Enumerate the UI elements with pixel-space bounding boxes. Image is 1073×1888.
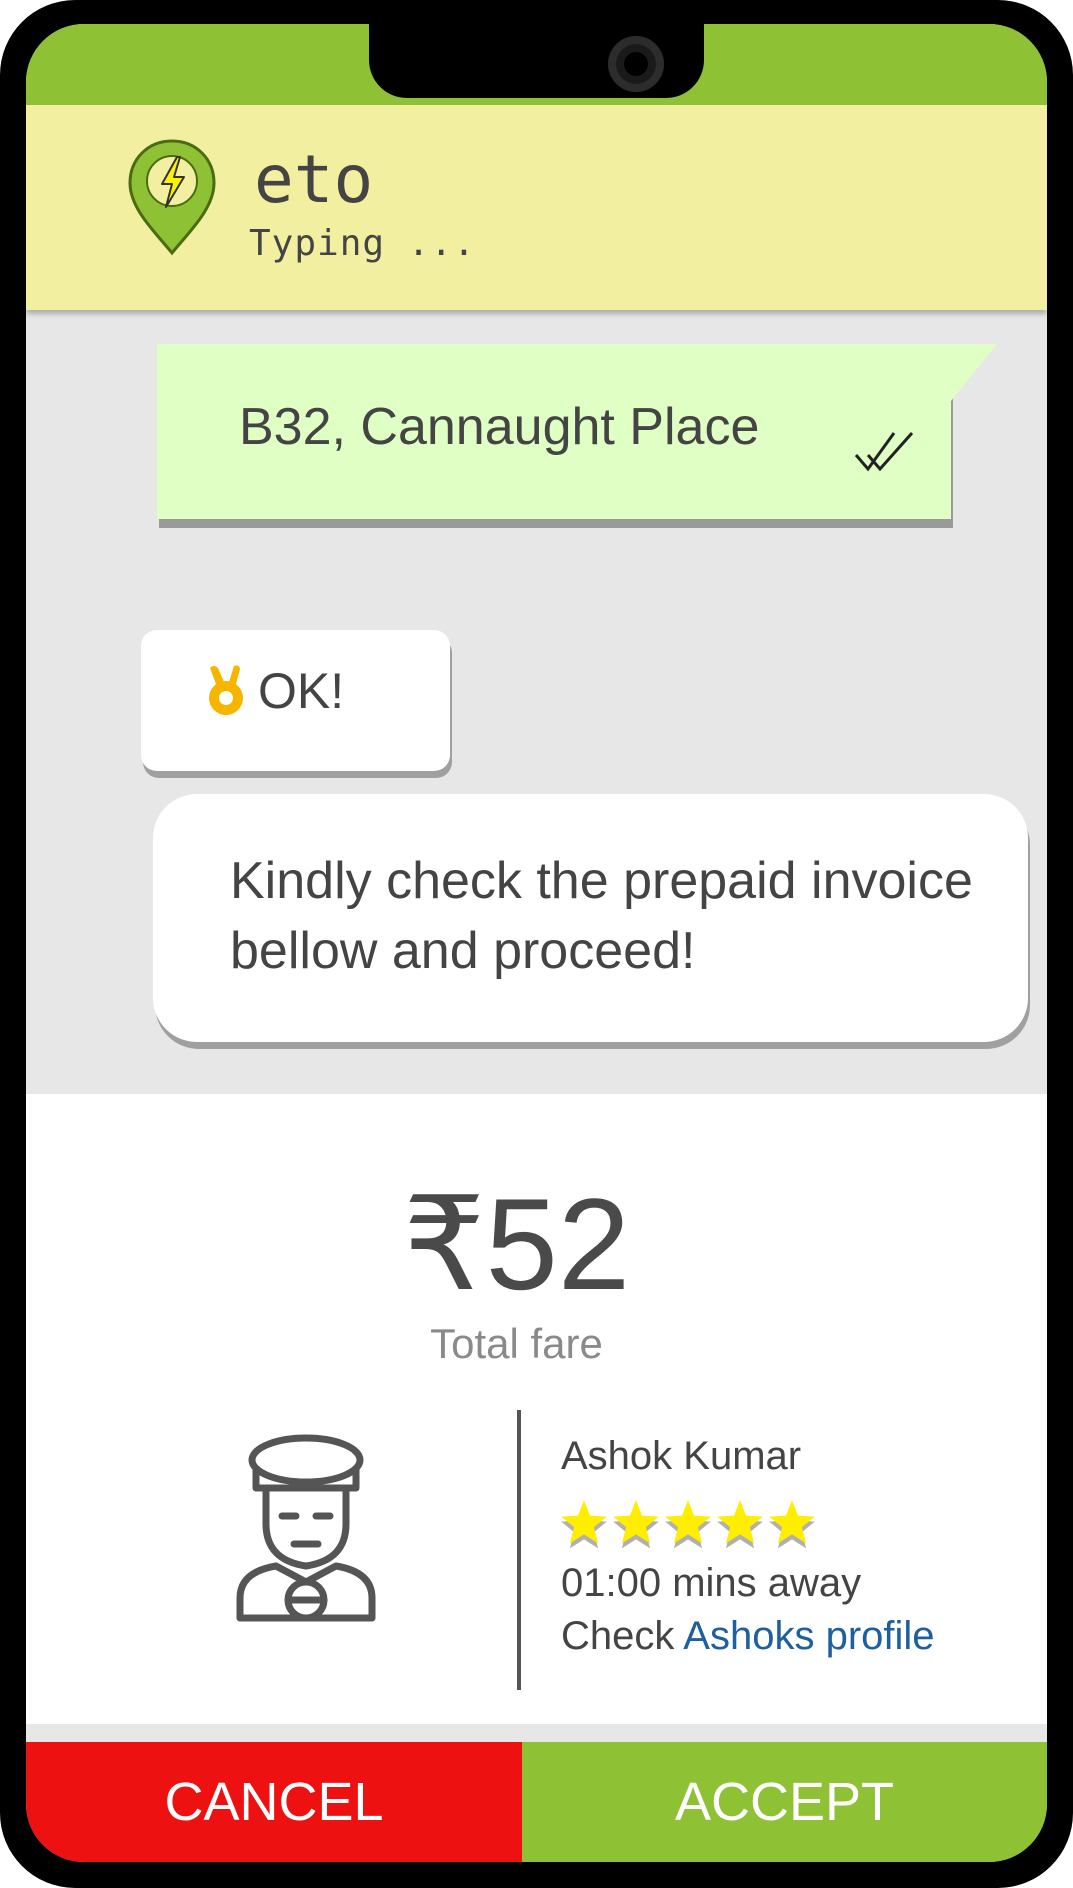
sent-bubble-tail bbox=[947, 344, 997, 406]
driver-eta: 01:00 mins away bbox=[561, 1561, 862, 1605]
vertical-divider bbox=[517, 1410, 521, 1690]
driver-profile-link[interactable]: Ashoks profile bbox=[683, 1614, 934, 1658]
profile-prefix: Check bbox=[561, 1614, 675, 1658]
reply-message-text: Kindly check the prepaid invoice bellow … bbox=[230, 852, 973, 980]
rating-stars-svg bbox=[561, 1500, 815, 1549]
reply-ok-text: OK! bbox=[258, 663, 345, 719]
chat-header: eto Typing ... bbox=[26, 105, 1047, 310]
action-buttons: CANCEL ACCEPT bbox=[26, 1742, 1047, 1862]
typing-status: Typing ... bbox=[249, 223, 476, 264]
accept-button[interactable]: ACCEPT bbox=[522, 1742, 1047, 1862]
ok-hand-emoji-icon bbox=[209, 665, 243, 715]
double-check-icon bbox=[854, 432, 914, 472]
driver-rating bbox=[560, 1498, 820, 1554]
driver-name: Ashok Kumar bbox=[561, 1434, 802, 1478]
front-camera-icon bbox=[608, 36, 664, 92]
app-title: eto bbox=[254, 141, 374, 218]
fare-amount: ₹52 bbox=[402, 1171, 631, 1317]
cancel-button[interactable]: CANCEL bbox=[26, 1742, 522, 1862]
location-bolt-logo-icon bbox=[128, 139, 216, 256]
fare-label: Total fare bbox=[430, 1320, 603, 1367]
profile-line: Check Ashoks profile bbox=[561, 1614, 935, 1659]
driver-avatar-icon bbox=[236, 1434, 376, 1622]
sent-message-text: B32, Cannaught Place bbox=[239, 398, 760, 456]
phone-mockup: eto Typing ... B32, Cannaught Place OK! … bbox=[0, 0, 1073, 1888]
phone-screen: eto Typing ... B32, Cannaught Place OK! … bbox=[26, 24, 1047, 1862]
